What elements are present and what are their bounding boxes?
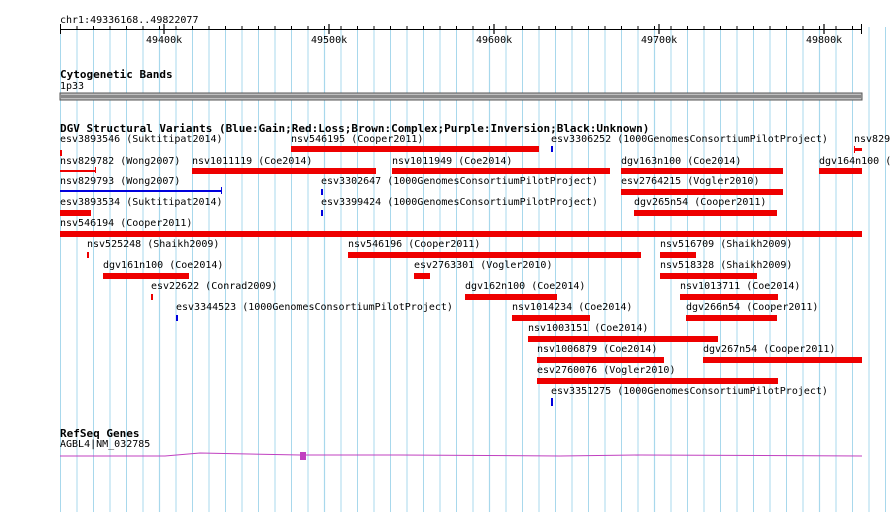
- dgv-feature-bar: [392, 168, 610, 174]
- dgv-feature-label[interactable]: esv3893546 (Suktitipat2014): [60, 134, 223, 146]
- dgv-feature-label[interactable]: nsv518328 (Shaikh2009): [660, 260, 792, 272]
- dgv-feature-bar: [87, 252, 89, 258]
- dgv-feature-bar: [512, 315, 590, 321]
- dgv-feature-label[interactable]: nsv516709 (Shaikh2009): [660, 239, 792, 251]
- dgv-feature-bar: [680, 294, 778, 300]
- cytoband-bar-fill: [61, 95, 861, 98]
- dgv-feature-bar: [537, 357, 664, 363]
- dgv-feature-label[interactable]: esv3344523 (1000GenomesConsortiumPilotPr…: [176, 302, 453, 314]
- dgv-feature-label[interactable]: nsv546194 (Cooper2011): [60, 218, 192, 230]
- ruler-title: chr1:49336168..49822077: [60, 15, 199, 26]
- ruler-tick-label: 49500k: [311, 35, 348, 46]
- dgv-feature-bar: [291, 146, 539, 152]
- dgv-feature-label[interactable]: nsv1013711 (Coe2014): [680, 281, 800, 293]
- dgv-feature-label[interactable]: nsv1006879 (Coe2014): [537, 344, 657, 356]
- dgv-feature-label[interactable]: nsv829: [854, 134, 890, 146]
- dgv-feature-bar: [414, 273, 430, 279]
- dgv-feature-label[interactable]: nsv1011119 (Coe2014): [192, 156, 312, 168]
- dgv-feature-bar: [60, 210, 91, 216]
- ruler-tick-label: 49800k: [806, 35, 843, 46]
- dgv-feature-bar: [528, 336, 718, 342]
- dgv-feature-bar: [660, 252, 696, 258]
- dgv-feature-label[interactable]: esv3893534 (Suktitipat2014): [60, 197, 223, 209]
- cytoband-track-title[interactable]: Cytogenetic Bands: [60, 68, 173, 81]
- dgv-feature-label[interactable]: nsv829793 (Wong2007): [60, 176, 180, 188]
- dgv-feature-label[interactable]: esv2764215 (Vogler2010): [621, 176, 759, 188]
- dgv-feature-label[interactable]: nsv1014234 (Coe2014): [512, 302, 632, 314]
- dgv-feature-bar: [703, 357, 862, 363]
- ruler-tick-label: 49700k: [641, 35, 678, 46]
- dgv-feature-bar: [60, 231, 862, 237]
- dgv-feature-label[interactable]: nsv1003151 (Coe2014): [528, 323, 648, 335]
- dgv-feature-label[interactable]: esv3302647 (1000GenomesConsortiumPilotPr…: [321, 176, 598, 188]
- dgv-feature-bar: [60, 190, 222, 192]
- dgv-feature-label[interactable]: esv2760076 (Vogler2010): [537, 365, 675, 377]
- dgv-feature-label[interactable]: dgv163n100 (Coe2014): [621, 156, 741, 168]
- dgv-feature-label[interactable]: dgv266n54 (Cooper2011): [686, 302, 818, 314]
- dgv-feature-label[interactable]: dgv161n100 (Coe2014): [103, 260, 223, 272]
- gene-exon: [300, 452, 306, 460]
- dgv-feature-bar: [854, 148, 862, 151]
- dgv-feature-bar: [686, 315, 777, 321]
- dgv-feature-label[interactable]: esv3399424 (1000GenomesConsortiumPilotPr…: [321, 197, 598, 209]
- dgv-feature-label[interactable]: esv3306252 (1000GenomesConsortiumPilotPr…: [551, 134, 828, 146]
- dgv-feature-label[interactable]: dgv265n54 (Cooper2011): [634, 197, 766, 209]
- gene-label[interactable]: AGBL4|NM_032785: [60, 439, 150, 451]
- dgv-feature-bar: [348, 252, 641, 258]
- dgv-feature-bar: [176, 315, 178, 321]
- dgv-feature-label[interactable]: nsv546196 (Cooper2011): [348, 239, 480, 251]
- dgv-feature-bar: [60, 170, 96, 172]
- dgv-feature-bar: [465, 294, 557, 300]
- dgv-feature-bar: [321, 189, 323, 195]
- dgv-feature-bar: [634, 210, 777, 216]
- dgv-feature-label[interactable]: nsv546195 (Cooper2011): [291, 134, 423, 146]
- dgv-feature-label[interactable]: dgv164n100 (Co: [819, 156, 890, 168]
- dgv-feature-bar: [192, 168, 376, 174]
- dgv-feature-label[interactable]: esv3351275 (1000GenomesConsortiumPilotPr…: [551, 386, 828, 398]
- dgv-feature-label[interactable]: esv2763301 (Vogler2010): [414, 260, 552, 272]
- dgv-feature-bar: [660, 273, 757, 279]
- dgv-feature-label[interactable]: esv22622 (Conrad2009): [151, 281, 277, 293]
- dgv-feature-label[interactable]: dgv162n100 (Coe2014): [465, 281, 585, 293]
- dgv-feature-bar: [621, 189, 783, 195]
- dgv-feature-bar: [819, 168, 862, 174]
- dgv-feature-bar: [103, 273, 189, 279]
- dgv-feature-label[interactable]: nsv829782 (Wong2007): [60, 156, 180, 168]
- dgv-feature-label[interactable]: nsv525248 (Shaikh2009): [87, 239, 219, 251]
- dgv-feature-bar: [321, 210, 323, 216]
- dgv-feature-label[interactable]: dgv267n54 (Cooper2011): [703, 344, 835, 356]
- ruler-tick-label: 49600k: [476, 35, 513, 46]
- genome-browser-track-view: chr1:49336168..49822077 49400k 49500k 49…: [0, 0, 890, 512]
- dgv-feature-bar: [551, 146, 553, 152]
- dgv-feature-label[interactable]: nsv1011949 (Coe2014): [392, 156, 512, 168]
- dgv-feature-bar: [537, 378, 778, 384]
- dgv-feature-bar: [551, 398, 553, 406]
- ruler-tick-label: 49400k: [146, 35, 183, 46]
- cytoband-label: 1p33: [60, 81, 85, 92]
- gene-intron-line: [60, 452, 863, 457]
- dgv-feature-bar: [151, 294, 153, 300]
- dgv-feature-bar: [621, 168, 783, 174]
